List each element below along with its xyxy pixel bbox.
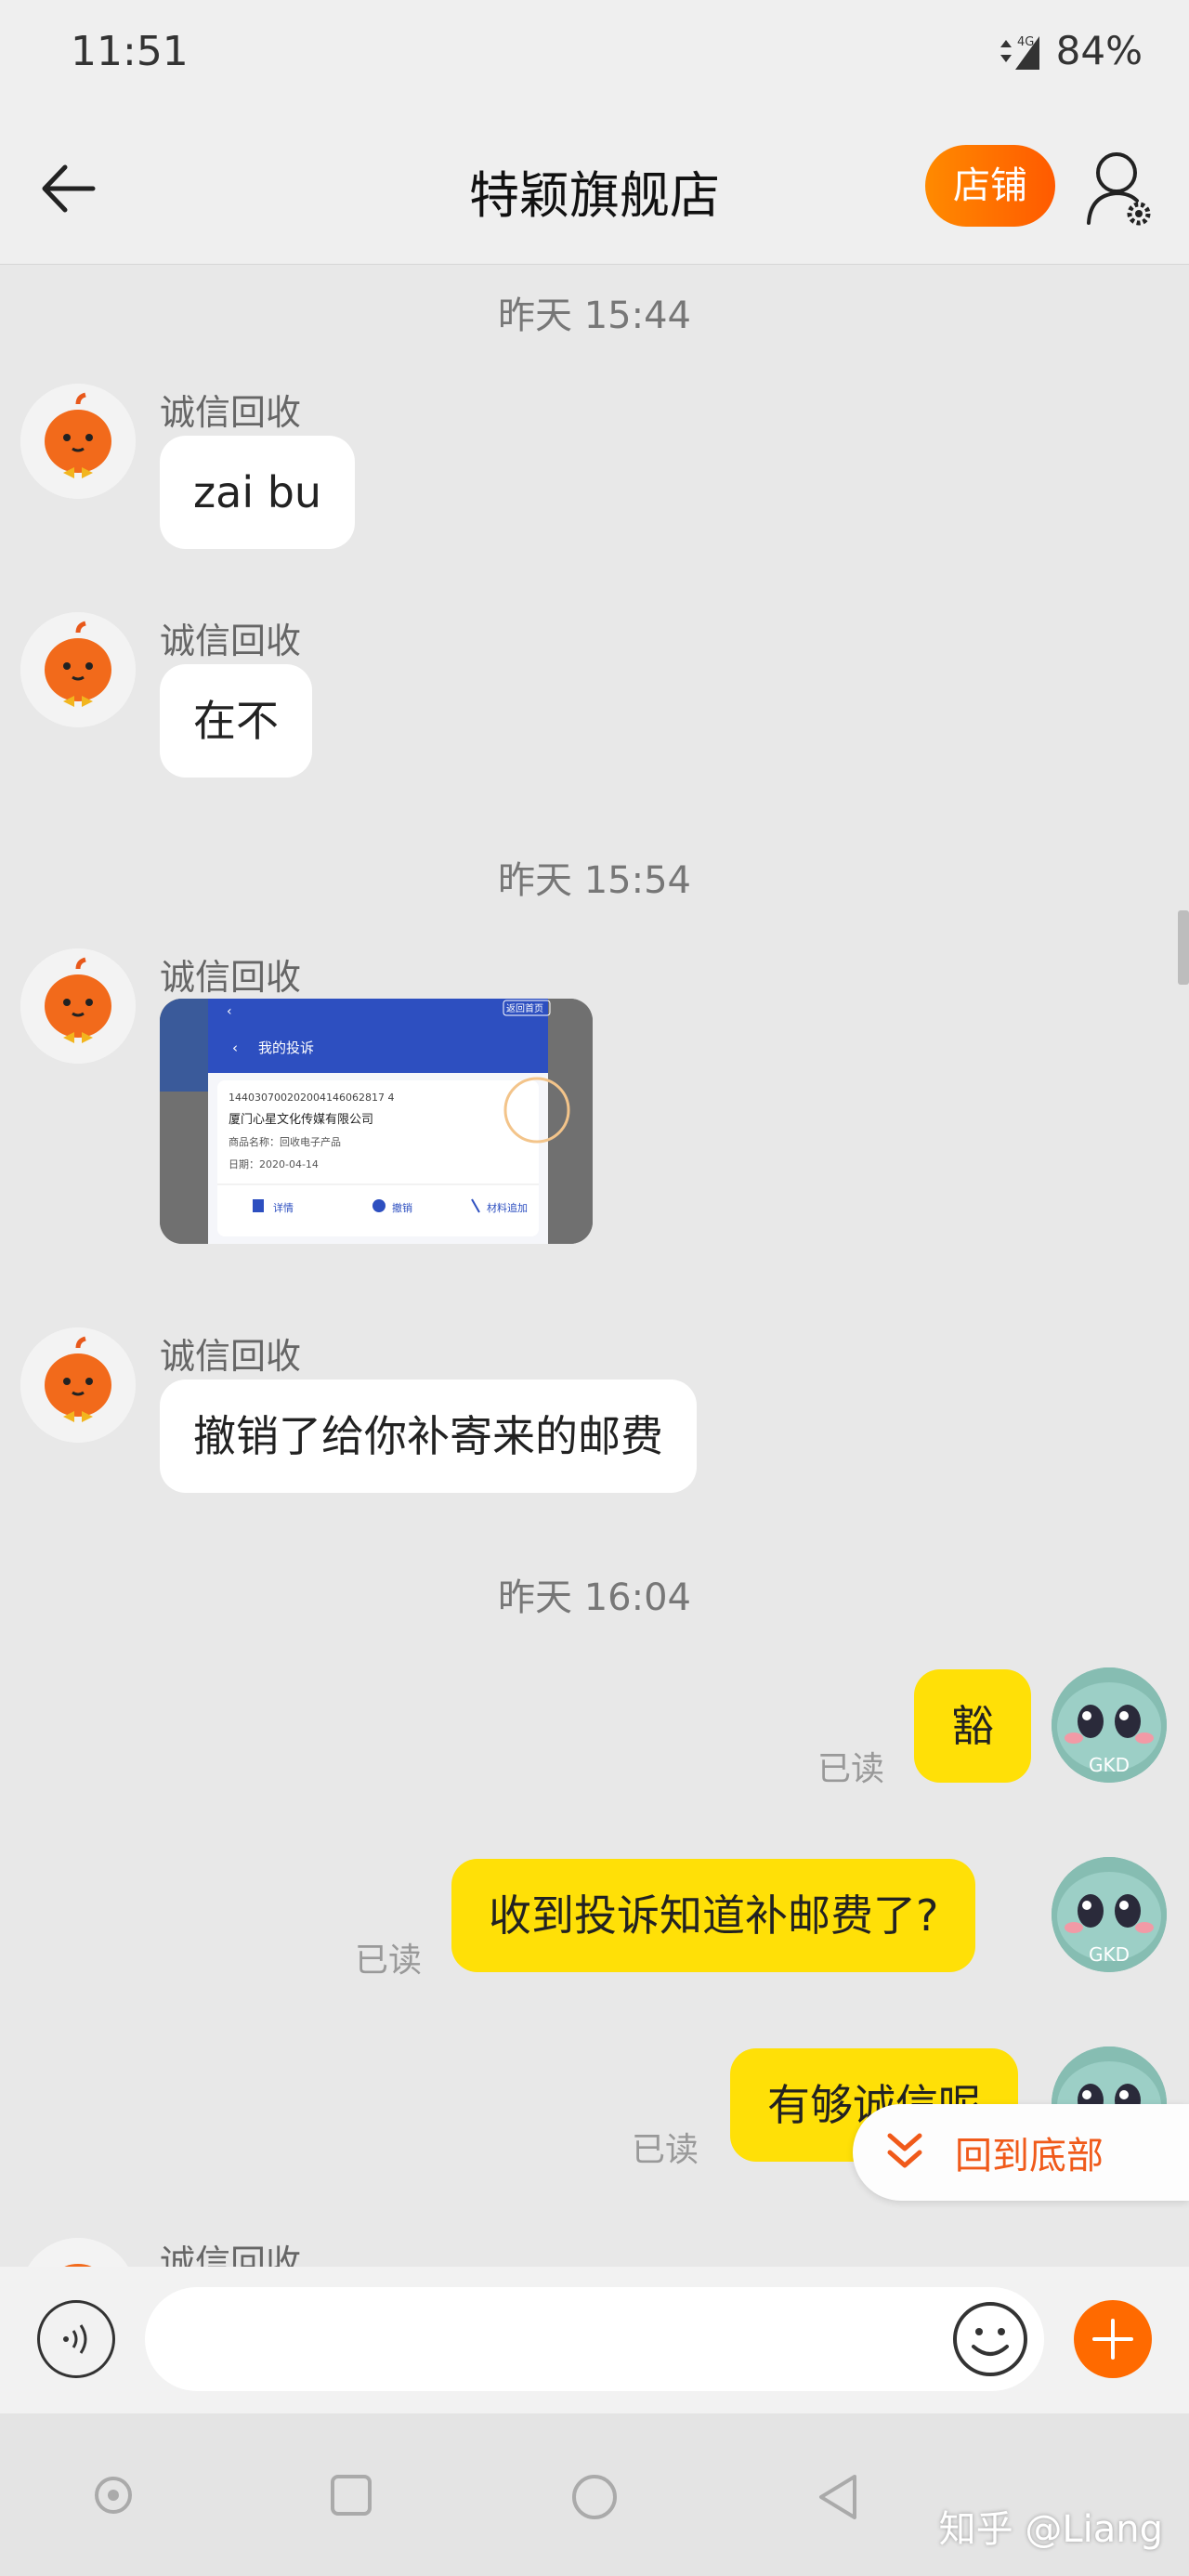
back-to-bottom-button[interactable]: 回到底部 [853,2104,1189,2201]
scrollbar[interactable] [1178,910,1189,985]
action-revoke: 撤销 [392,1201,412,1214]
action-add-material: 材料追加 [487,1201,528,1214]
sender-name: 诚信回收 [160,1336,302,1377]
merchant-avatar[interactable] [20,1327,136,1443]
network-type: 4G [1017,35,1034,49]
message-bubble-outgoing[interactable]: 豁 [914,1669,1031,1783]
watermark: 知乎 @Liang [938,2508,1163,2551]
squirtle-avatar-icon: GKD [1052,1857,1167,1972]
avatar-label: GKD [1089,1754,1130,1776]
read-status: 已读 [355,1942,423,1980]
merchant-avatar[interactable] [20,612,136,727]
sender-name: 诚信回收 [160,621,302,661]
merchant-avatar[interactable] [20,384,136,499]
complaint-product: 商品名称：回收电子产品 [229,1135,341,1148]
battery-level: 84% [1055,28,1143,73]
message-input[interactable] [145,2287,1044,2391]
complaint-company: 厦门心星文化传媒有限公司 [229,1113,373,1127]
complaint-date: 日期：2020-04-14 [229,1158,319,1170]
emoji-icon[interactable] [951,2300,1029,2378]
sender-name: 诚信回收 [160,957,302,998]
voice-button[interactable] [37,2300,115,2378]
chat-header: 特颖旗舰店 店铺 [0,111,1189,265]
squirtle-avatar-icon: GKD [1052,1667,1167,1783]
merchant-avatar[interactable] [20,2238,136,2267]
message-bubble-outgoing[interactable]: 收到投诉知道补邮费了? [451,1859,976,1972]
pumpkin-mascot-icon [20,612,136,727]
svg-text:‹: ‹ [232,1040,238,1056]
complaint-number: 144030700202004146062817 4 [229,1092,394,1104]
sender-name: 诚信回收 [160,392,302,433]
svg-text:‹: ‹ [227,1004,232,1019]
pumpkin-mascot-icon [20,1327,136,1443]
timestamp: 昨天 15:44 [498,294,691,337]
complaint-screenshot: ‹ 返回首页 ‹ 我的投诉 144030700202004146062817 4… [160,999,593,1244]
read-status: 已读 [632,2131,699,2169]
sender-name: 诚信回收 [160,2243,302,2267]
back-to-bottom-label: 回到底部 [955,2135,1104,2177]
message-bubble[interactable]: zai bu [160,436,356,549]
more-actions-button[interactable] [1074,2300,1152,2378]
plus-icon [1092,2319,1133,2360]
pumpkin-mascot-icon [20,384,136,499]
merchant-avatar[interactable] [20,948,136,1064]
user-avatar[interactable]: GKD [1052,1857,1167,1972]
pumpkin-mascot-icon [20,948,136,1064]
avatar-label: GKD [1089,1943,1130,1966]
message-bubble[interactable]: 在不 [160,664,312,778]
user-settings-icon[interactable] [1085,149,1159,229]
message-bubble[interactable]: 撤销了给你补寄来的邮费 [160,1380,697,1493]
timestamp: 昨天 16:04 [498,1576,691,1619]
status-indicators: 4G 84% [995,28,1143,73]
recents-square-icon[interactable] [329,2473,373,2517]
status-time: 11:51 [71,28,189,75]
voice-icon [63,2324,87,2354]
user-avatar[interactable]: GKD [1052,1667,1167,1783]
status-bar: 11:51 4G 84% [0,0,1189,111]
image-message[interactable]: ‹ 返回首页 ‹ 我的投诉 144030700202004146062817 4… [160,999,593,1244]
back-home-label: 返回首页 [506,1002,543,1014]
action-details: 详情 [273,1201,294,1214]
shop-button[interactable]: 店铺 [925,145,1055,227]
pumpkin-mascot-icon [28,2238,128,2267]
home-circle-icon[interactable] [570,2473,619,2521]
timestamp: 昨天 15:54 [498,859,691,902]
message-list[interactable]: 昨天 15:44 诚信回收 zai bu 诚信回收 在不 昨天 15:54 诚信… [0,265,1189,2267]
double-chevron-down-icon [887,2133,922,2168]
back-triangle-icon[interactable] [814,2471,862,2523]
assist-dot-icon[interactable] [93,2475,134,2516]
signal-icon: 4G [1000,35,1039,70]
read-status: 已读 [817,1750,885,1788]
input-bar [0,2267,1189,2413]
complaint-title: 我的投诉 [258,1040,314,1056]
